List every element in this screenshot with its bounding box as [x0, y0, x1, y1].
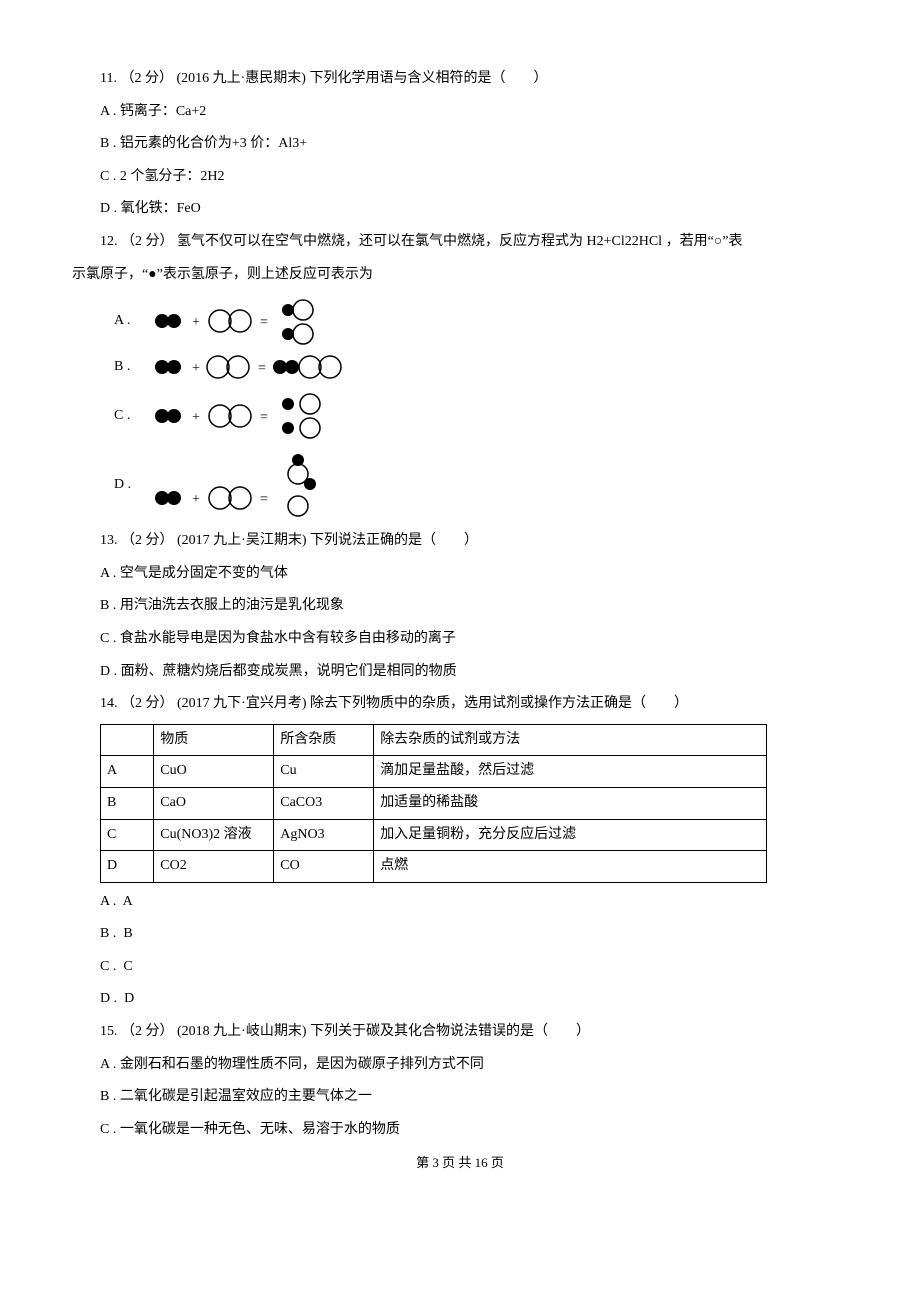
table-row: C Cu(NO3)2 溶液 AgNO3 加入足量铜粉，充分反应后过滤 — [101, 819, 767, 851]
cell: 加适量的稀盐酸 — [374, 787, 767, 819]
cell: C — [101, 819, 154, 851]
q14-opt-c: C . C — [72, 954, 848, 981]
q14-opt-a: A . A — [72, 889, 848, 916]
svg-text:+: + — [192, 361, 200, 376]
q12-a-label: A . — [114, 308, 138, 335]
q13-opt-c: C . 食盐水能导电是因为食盐水中含有较多自由移动的离子 — [72, 626, 848, 653]
cell: CO2 — [154, 851, 274, 883]
svg-text:+: + — [192, 492, 200, 507]
q14-opt-d: D . D — [72, 986, 848, 1013]
q12-opt-b: B . + = — [114, 352, 848, 382]
q15-opt-a: A . 金刚石和石墨的物理性质不同，是因为碳原子排列方式不同 — [72, 1052, 848, 1079]
th-substance: 物质 — [154, 724, 274, 756]
q12-stem-line2: 示氯原子，“●”表示氢原子，则上述反应可表示为 — [72, 262, 848, 289]
cell: 点燃 — [374, 851, 767, 883]
cell: 加入足量铜粉，充分反应后过滤 — [374, 819, 767, 851]
cell: Cu(NO3)2 溶液 — [154, 819, 274, 851]
table-row: B CaO CaCO3 加适量的稀盐酸 — [101, 787, 767, 819]
q12-b-label: B . — [114, 354, 138, 381]
q12-d-label: D . — [114, 472, 138, 499]
cell: A — [101, 756, 154, 788]
cell: B — [101, 787, 154, 819]
q13-stem: 13. （2 分） (2017 九上·吴江期末) 下列说法正确的是（ ） — [72, 528, 848, 555]
q14-opt-b: B . B — [72, 921, 848, 948]
svg-text:=: = — [258, 361, 266, 376]
q14-table: 物质 所含杂质 除去杂质的试剂或方法 A CuO Cu 滴加足量盐酸，然后过滤 … — [100, 724, 767, 883]
th-blank — [101, 724, 154, 756]
cell: CaCO3 — [274, 787, 374, 819]
reaction-diagram-c: + = — [148, 388, 348, 444]
q13-opt-a: A . 空气是成分固定不变的气体 — [72, 561, 848, 588]
svg-text:=: = — [260, 492, 268, 507]
q11-opt-a: A . 钙离子：Ca+2 — [72, 99, 848, 126]
page-footer: 第 3 页 共 16 页 — [72, 1151, 848, 1176]
table-row: D CO2 CO 点燃 — [101, 851, 767, 883]
svg-text:+: + — [192, 410, 200, 425]
q12-c-label: C . — [114, 403, 138, 430]
q11-opt-b: B . 铝元素的化合价为+3 价：Al3+ — [72, 131, 848, 158]
table-row: 物质 所含杂质 除去杂质的试剂或方法 — [101, 724, 767, 756]
svg-text:=: = — [260, 410, 268, 425]
q15-opt-c: C . 一氧化碳是一种无色、无味、易溶于水的物质 — [72, 1117, 848, 1144]
q14-stem: 14. （2 分） (2017 九下·宜兴月考) 除去下列物质中的杂质，选用试剂… — [72, 691, 848, 718]
cell: AgNO3 — [274, 819, 374, 851]
q11-stem: 11. （2 分） (2016 九上·惠民期末) 下列化学用语与含义相符的是（ … — [72, 66, 848, 93]
q15-opt-b: B . 二氧化碳是引起温室效应的主要气体之一 — [72, 1084, 848, 1111]
table-row: A CuO Cu 滴加足量盐酸，然后过滤 — [101, 756, 767, 788]
q11-opt-c: C . 2 个氢分子：2H2 — [72, 164, 848, 191]
reaction-diagram-b: + = — [148, 352, 368, 382]
q12-opt-a: A . + = — [114, 296, 848, 346]
q11-opt-d: D . 氧化铁：FeO — [72, 196, 848, 223]
cell: CuO — [154, 756, 274, 788]
q13-opt-d: D . 面粉、蔗糖灼烧后都变成炭黑，说明它们是相同的物质 — [72, 659, 848, 686]
cell: CO — [274, 851, 374, 883]
cell: 滴加足量盐酸，然后过滤 — [374, 756, 767, 788]
q12-diagrams: A . + = B . + = C . — [114, 296, 848, 520]
th-impurity: 所含杂质 — [274, 724, 374, 756]
cell: D — [101, 851, 154, 883]
q15-stem: 15. （2 分） (2018 九上·岐山期末) 下列关于碳及其化合物说法错误的… — [72, 1019, 848, 1046]
cell: CaO — [154, 787, 274, 819]
q13-opt-b: B . 用汽油洗去衣服上的油污是乳化现象 — [72, 593, 848, 620]
q12-stem-line1: 12. （2 分） 氢气不仅可以在空气中燃烧，还可以在氯气中燃烧，反应方程式为 … — [72, 229, 848, 256]
svg-text:=: = — [260, 315, 268, 330]
q12-opt-d: D . + = — [114, 450, 848, 520]
th-method: 除去杂质的试剂或方法 — [374, 724, 767, 756]
reaction-diagram-d: + = — [148, 450, 348, 520]
cell: Cu — [274, 756, 374, 788]
svg-text:+: + — [192, 315, 200, 330]
q12-opt-c: C . + = — [114, 388, 848, 444]
reaction-diagram-a: + = — [148, 296, 338, 346]
